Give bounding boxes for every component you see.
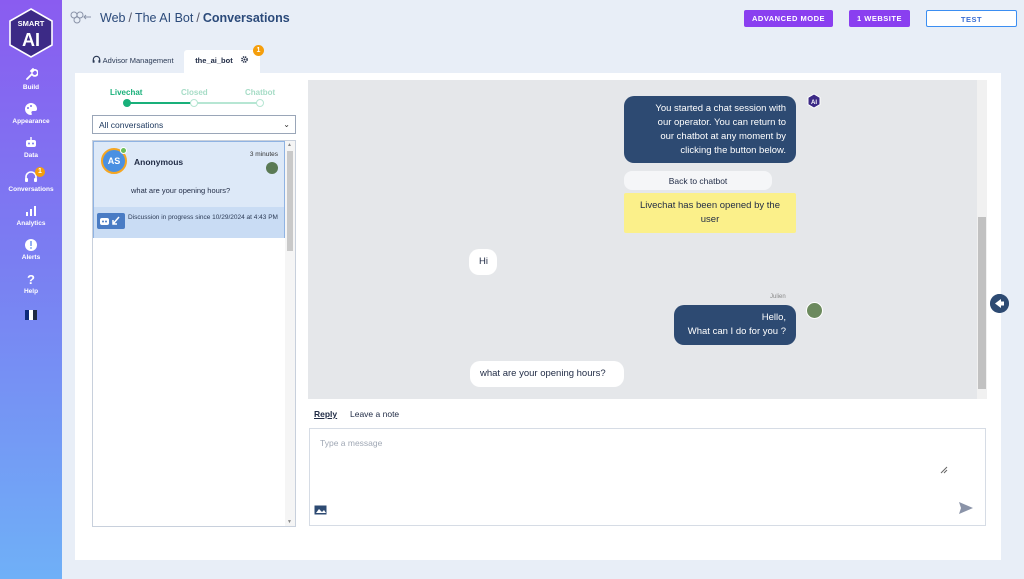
breadcrumb: Web / The AI Bot / Conversations [100,11,290,25]
breadcrumb-current: Conversations [202,11,290,25]
agent-avatar [806,302,823,319]
sidebar-item-label: Analytics [16,220,46,227]
step-dot-chatbot [256,99,264,107]
message-input[interactable] [320,438,940,472]
message-line: clicking the button below. [680,145,786,156]
bar-chart-icon [26,206,36,216]
breadcrumb-bot[interactable]: The AI Bot [135,11,193,25]
wrench-icon [26,68,38,80]
sidebar-item-label: Alerts [21,254,41,261]
user-message: Hi [469,249,497,275]
tab-label: the_ai_bot [195,56,233,65]
message-line: our operator. You can return to [657,117,786,128]
sidebar: SMART AI Build Appearance Data 1 Convers… [0,0,62,579]
conversation-status: Discussion in progress since 10/29/2024 … [94,207,284,238]
top-bar: Web / The AI Bot / Conversations ADVANCED MO… [62,0,1024,40]
scrollbar-thumb[interactable] [287,151,293,251]
conversation-name: Anonymous [134,157,184,167]
logo-top-text: SMART [18,19,45,28]
message-line: What can I do for you ? [687,326,786,337]
tab-label: Advisor Management [102,56,174,65]
bot-message: You started a chat session with our oper… [624,96,796,163]
help-icon: ? [27,272,35,286]
tab-advisor-management[interactable]: Advisor Management [88,50,183,74]
logo-main-text: AI [22,30,40,50]
scroll-up-icon[interactable]: ▲ [287,142,292,148]
send-icon[interactable] [958,501,974,515]
agent-message: Hello, What can I do for you ? [674,305,796,345]
agent-name: Julien [770,294,786,300]
alert-icon [25,239,37,251]
sidebar-item-alerts[interactable]: Alerts [0,238,62,261]
chat-scrollbar[interactable] [977,80,987,399]
bot-avatar-icon: AI [807,93,821,109]
scrollbar-thumb[interactable] [978,217,986,389]
svg-text:?: ? [27,272,35,286]
tab-bot[interactable]: the_ai_bot [184,50,260,74]
tab-leave-note[interactable]: Leave a note [350,409,399,419]
sidebar-item-label: Data [23,152,39,159]
sidebar-item-label: Build [22,84,40,91]
sidebar-item-label: Help [23,288,39,295]
select-value: All conversations [99,120,164,130]
collapse-panel-button[interactable] [990,294,1009,313]
conversation-time: 3 minutes [249,151,278,158]
conversation-status-text: Discussion in progress since 10/29/2024 … [128,214,278,221]
notice-line: user [700,214,720,225]
sidebar-item-label: Conversations [8,186,54,193]
image-upload-icon[interactable] [314,505,327,515]
back-to-chatbot-button[interactable]: Back to chatbot [624,171,772,190]
notice-line: Livechat has been opened by the [640,200,780,211]
message-line: You started a chat session with [655,103,786,114]
livechat-notice: Livechat has been opened by the user [624,193,796,233]
svg-text:AI: AI [811,100,817,106]
message-line: Hello, [761,312,786,323]
palette-icon [25,103,37,115]
step-livechat[interactable]: Livechat [110,88,142,97]
sidebar-item-appearance[interactable]: Appearance [0,102,62,125]
breadcrumb-web[interactable]: Web [100,11,125,25]
scroll-down-icon[interactable]: ▼ [287,519,292,525]
conversation-filter-select[interactable]: All conversations ⌄ [92,115,296,134]
breadcrumb-separator: / [128,11,132,25]
back-link-icon[interactable] [70,10,92,24]
test-button[interactable]: TEST [926,10,1017,27]
language-flag-icon[interactable] [25,310,37,320]
advanced-mode-button[interactable]: ADVANCED MODE [744,10,833,27]
sidebar-item-label: Appearance [12,118,50,125]
online-indicator [120,147,127,154]
website-button[interactable]: 1 WEBSITE [849,10,910,27]
sidebar-item-help[interactable]: ? Help [0,272,62,295]
resize-handle-icon[interactable] [940,466,948,474]
step-dot-livechat [123,99,131,107]
user-message: what are your opening hours? [470,361,624,387]
bot-to-agent-icon [97,213,125,229]
step-closed[interactable]: Closed [181,88,208,97]
robot-icon [26,137,36,147]
tab-badge: 1 [253,45,264,56]
smart-ai-logo[interactable]: SMART AI [8,8,54,58]
conversation-last-message: what are your opening hours? [131,186,231,195]
list-scrollbar[interactable]: ▲ ▼ [285,141,295,526]
stepper-line-active [127,102,194,104]
conversations-badge: 1 [35,167,45,177]
gear-icon[interactable] [240,55,249,64]
tab-reply[interactable]: Reply [314,409,337,419]
headset-icon [92,55,101,63]
sidebar-item-data[interactable]: Data [0,136,62,159]
sidebar-item-conversations[interactable]: 1 Conversations [0,167,62,193]
step-chatbot[interactable]: Chatbot [245,88,275,97]
sidebar-item-build[interactable]: Build [0,68,62,91]
breadcrumb-separator: / [196,11,200,25]
step-dot-closed [190,99,198,107]
sidebar-item-analytics[interactable]: Analytics [0,204,62,227]
conversation-item[interactable]: AS Anonymous 3 minutes what are your ope… [93,141,285,238]
stepper-line [194,102,260,104]
message-line: our chatbot at any moment by [660,131,786,142]
chevron-down-icon: ⌄ [283,120,290,129]
agent-avatar [266,162,278,174]
